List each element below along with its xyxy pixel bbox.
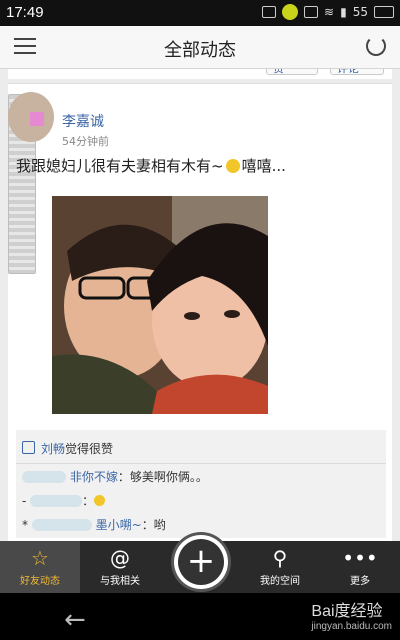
- post-text-end: 嘻嘻...: [241, 157, 286, 175]
- tab-mentions[interactable]: @ 与我相关: [80, 541, 160, 593]
- status-bar: 17:49 ≋ ▮ 55: [0, 0, 400, 26]
- page-title: 全部动态: [164, 40, 236, 61]
- prev-like-button[interactable]: 赞: [266, 69, 318, 75]
- watermark: Bai度经验 jingyan.baidu.com: [311, 597, 392, 632]
- watermark-brand: Bai度经验: [311, 603, 383, 620]
- bottom-nav: ☆ 好友动态 @ 与我相关 + ⚲ 我的空间 ••• 更多: [0, 535, 400, 593]
- likes-comments-box: 刘畅觉得很赞 非你不嫁：够美啊你俩。。 - ： * 墨小嗍~：哟: [16, 430, 386, 538]
- status-time: 17:49: [6, 4, 44, 21]
- post-time: 54分钟前: [62, 135, 109, 148]
- comment-prefix: -: [22, 494, 27, 508]
- likes-line: 刘畅觉得很赞: [22, 440, 113, 457]
- smiley-icon: [225, 159, 240, 173]
- thumb-up-icon: [22, 441, 35, 454]
- comment-item: - ：: [22, 492, 106, 509]
- post-username[interactable]: 李嘉诚: [62, 111, 104, 131]
- refresh-icon[interactable]: [366, 36, 386, 56]
- tab-label: 与我相关: [100, 576, 140, 587]
- person-icon: ⚲: [272, 546, 288, 570]
- plus-icon: +: [178, 539, 224, 585]
- comment-item: * 墨小嗍~：哟: [22, 516, 166, 533]
- avatar[interactable]: [8, 92, 54, 142]
- blurred-name: [30, 495, 83, 507]
- post-photo[interactable]: [52, 196, 268, 414]
- battery-level: 55: [352, 5, 368, 19]
- app-ball-icon: [282, 4, 299, 20]
- comment-prefix: *: [22, 518, 28, 532]
- blurred-name: [31, 519, 92, 531]
- blurred-name: [22, 471, 66, 483]
- feed[interactable]: 赞 评论 李嘉诚 54分钟前 我跟媳妇儿很有夫妻相有木有~ 嘻嘻...: [0, 69, 400, 541]
- at-icon: @: [110, 546, 130, 570]
- post-text: 我跟媳妇儿很有夫妻相有木有~ 嘻嘻...: [16, 155, 286, 176]
- tab-label: 好友动态: [20, 576, 60, 587]
- watermark-url: jingyan.baidu.com: [311, 621, 392, 632]
- star-icon: ☆: [31, 546, 49, 570]
- status-icons: ≋ ▮ 55: [262, 4, 394, 20]
- comment-text: ：够美啊你俩。。: [117, 470, 208, 484]
- publish-button[interactable]: +: [174, 535, 228, 589]
- wifi-icon: ≋: [324, 5, 335, 19]
- vibrate-icon: [304, 6, 319, 18]
- post-text-main: 我跟媳妇儿很有夫妻相有木有~: [16, 157, 224, 175]
- comment-item: 非你不嫁：够美啊你俩。。: [22, 468, 208, 485]
- top-bar: 全部动态: [0, 26, 400, 69]
- tab-more[interactable]: ••• 更多: [320, 541, 400, 593]
- system-nav-bar: ← Bai度经验 jingyan.baidu.com: [0, 593, 400, 640]
- signal-icon: ▮: [340, 5, 347, 19]
- tab-friends-feed[interactable]: ☆ 好友动态: [0, 541, 80, 593]
- more-icon: •••: [342, 546, 378, 570]
- comment-name[interactable]: 墨小嗍~: [96, 518, 142, 532]
- comment-text: ：哟: [141, 518, 166, 532]
- tab-label: 更多: [350, 576, 370, 587]
- back-arrow-icon[interactable]: ←: [64, 605, 86, 635]
- tab-label: 我的空间: [260, 576, 300, 587]
- like-suffix: 觉得很赞: [65, 442, 114, 456]
- comment-name[interactable]: 非你不嫁: [70, 470, 118, 484]
- comment-text: ：: [82, 494, 95, 508]
- couple-photo-image: [52, 196, 268, 414]
- prev-comment-button[interactable]: 评论: [330, 69, 384, 75]
- tab-my-space[interactable]: ⚲ 我的空间: [240, 541, 320, 593]
- grid-icon: [262, 6, 277, 18]
- divider: [16, 463, 386, 464]
- like-user[interactable]: 刘畅: [41, 442, 65, 456]
- battery-icon: [374, 6, 394, 18]
- emoji-icon: [94, 495, 106, 506]
- post-card: 李嘉诚 54分钟前 我跟媳妇儿很有夫妻相有木有~ 嘻嘻... 刘畅觉得很赞 非你…: [8, 83, 392, 541]
